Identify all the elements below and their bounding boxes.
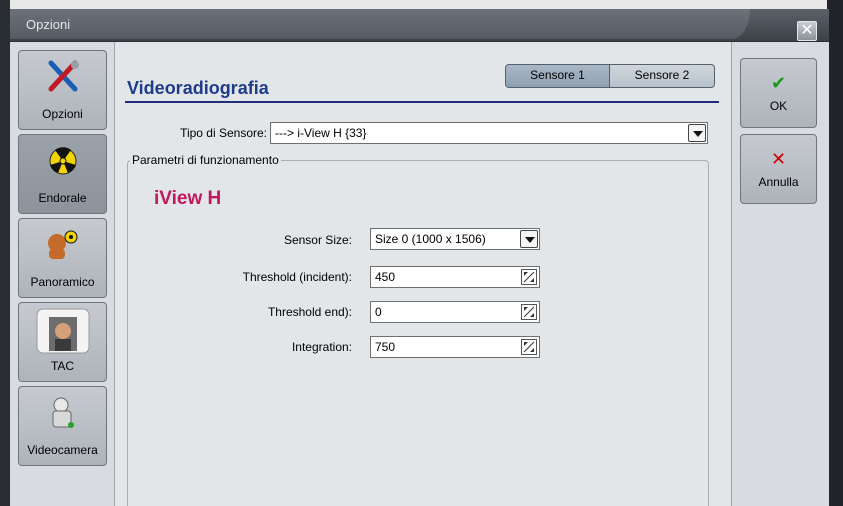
ok-button[interactable]: ✔ OK [740, 58, 817, 128]
cross-icon: ✕ [770, 149, 787, 169]
window-content: Opzioni Endorale Panoramico TAC Videocam… [10, 42, 829, 506]
page-title: Videoradiografia [127, 78, 269, 98]
sensor-size-label: Sensor Size: [283, 233, 352, 247]
sensor-type-select[interactable]: ---> i-View H {33} [270, 122, 708, 144]
sensor-type-label: Tipo di Sensore: [180, 126, 267, 140]
sidebar-item-panoramico[interactable]: Panoramico [18, 218, 107, 298]
ok-button-label: OK [769, 99, 788, 113]
threshold-end-label: Threshold end): [267, 305, 352, 319]
spinner-icon[interactable] [521, 269, 537, 285]
sidebar-item-label: TAC [50, 359, 75, 373]
integration-label: Integration: [291, 340, 352, 354]
title-bar: Opzioni ✕ [10, 9, 829, 42]
cancel-button-label: Annulla [758, 175, 799, 189]
window-title: Opzioni [26, 17, 71, 32]
sidebar-item-label: Opzioni [42, 107, 83, 121]
integration-value: 750 [375, 340, 396, 354]
threshold-incident-label: Threshold (incident): [242, 270, 352, 284]
integration-input[interactable]: 750 [370, 336, 540, 358]
scanner-icon [19, 307, 106, 355]
person-radiation-icon [19, 227, 106, 263]
desktop-background-left [0, 0, 10, 506]
options-window: Opzioni ✕ Opzioni Endorale Panoramico TA… [10, 9, 829, 506]
sidebar-item-tac[interactable]: TAC [18, 302, 107, 382]
sensor-tabs: Sensore 1 Sensore 2 [505, 64, 715, 88]
threshold-incident-input[interactable]: 450 [370, 266, 540, 288]
spinner-icon[interactable] [521, 339, 537, 355]
sidebar-item-label: Panoramico [30, 275, 95, 289]
tab-sensore-2[interactable]: Sensore 2 [610, 64, 715, 88]
chevron-down-icon[interactable] [688, 124, 706, 142]
title-tab: Opzioni [10, 9, 750, 39]
spinner-icon[interactable] [521, 304, 537, 320]
desktop-background-top [0, 0, 843, 9]
sidebar-item-label: Videocamera [27, 443, 98, 457]
tools-icon [19, 59, 106, 95]
cancel-button[interactable]: ✕ Annulla [740, 134, 817, 204]
checkmark-icon: ✔ [770, 73, 787, 93]
close-icon: ✕ [800, 22, 814, 39]
action-column: ✔ OK ✕ Annulla [731, 42, 829, 506]
sensor-size-value: Size 0 (1000 x 1506) [375, 232, 486, 246]
sensor-type-value: ---> i-View H {33} [275, 126, 367, 140]
sensor-size-select[interactable]: Size 0 (1000 x 1506) [370, 228, 540, 250]
desktop-background-right [827, 0, 843, 506]
threshold-end-input[interactable]: 0 [370, 301, 540, 323]
threshold-incident-value: 450 [375, 270, 396, 284]
camera-icon [19, 395, 106, 431]
sidebar-item-videocamera[interactable]: Videocamera [18, 386, 107, 466]
sidebar-item-label: Endorale [38, 191, 87, 205]
sidebar-item-endorale[interactable]: Endorale [18, 134, 107, 214]
radiation-icon [19, 143, 106, 179]
chevron-down-icon[interactable] [520, 230, 538, 248]
sensor-name: iView H [154, 188, 222, 209]
tab-sensore-1[interactable]: Sensore 1 [505, 64, 610, 88]
close-button[interactable]: ✕ [797, 21, 817, 41]
sidebar: Opzioni Endorale Panoramico TAC Videocam… [10, 42, 115, 506]
main-panel: Sensore 1 Sensore 2 Videoradiografia Tip… [115, 42, 731, 506]
title-divider [125, 101, 719, 103]
operating-parameters-group: Parametri di funzionamento iView H Senso… [127, 153, 709, 506]
group-legend: Parametri di funzionamento [130, 153, 281, 167]
threshold-end-value: 0 [375, 305, 382, 319]
sidebar-item-opzioni[interactable]: Opzioni [18, 50, 107, 130]
